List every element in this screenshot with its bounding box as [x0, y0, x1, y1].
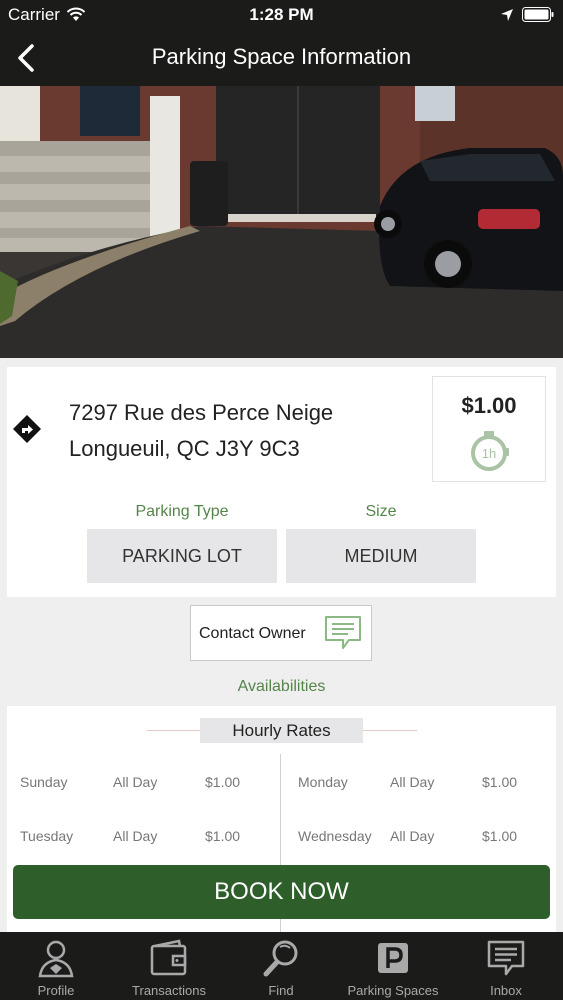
- rate-day: Monday: [298, 774, 348, 790]
- address-city: Longueuil, QC J3Y 9C3: [69, 436, 300, 461]
- listing-info-card: 7297 Rue des Perce Neige Longueuil, QC J…: [7, 367, 556, 597]
- chat-icon: [487, 940, 525, 976]
- tab-label: Profile: [37, 983, 75, 998]
- tab-inbox[interactable]: Inbox: [450, 932, 562, 1000]
- tab-label: Find: [268, 983, 294, 998]
- address-street: 7297 Rue des Perce Neige: [69, 400, 334, 425]
- magnifier-icon: [263, 940, 298, 977]
- size-value: MEDIUM: [286, 529, 476, 583]
- tab-label: Inbox: [490, 983, 522, 998]
- navigation-bar: Parking Space Information: [0, 30, 563, 86]
- contact-owner-button[interactable]: Contact Owner: [190, 605, 372, 661]
- stopwatch-icon: 1h: [471, 431, 509, 471]
- hourly-rates-header: Hourly Rates: [200, 718, 363, 743]
- clock-label: 1:28 PM: [249, 5, 314, 24]
- parking-p-icon: [378, 943, 408, 973]
- parking-space-screen: Carrier 1:28 PM Parking Space Informatio…: [0, 0, 563, 1000]
- rate-time: All Day: [390, 828, 435, 844]
- directions-icon[interactable]: [12, 414, 42, 444]
- rate-day: Wednesday: [298, 828, 372, 844]
- size-label: Size: [365, 503, 397, 520]
- rate-entry-wednesday: Wednesday All Day $1.00: [7, 828, 556, 850]
- divider: [363, 730, 417, 731]
- tab-transactions[interactable]: Transactions: [113, 932, 225, 1000]
- chat-bubble-icon: [325, 616, 361, 649]
- rate-time: All Day: [390, 774, 435, 790]
- profile-icon: [38, 940, 74, 978]
- parking-space-photo: [0, 86, 563, 358]
- tab-label: Transactions: [132, 983, 206, 998]
- rate-entry-monday: Monday All Day $1.00: [7, 774, 556, 796]
- status-bar: Carrier 1:28 PM: [0, 0, 563, 30]
- divider: [147, 730, 200, 731]
- tab-bar: Profile Transactions Find Parking Spaces…: [0, 932, 563, 1000]
- tab-label: Parking Spaces: [347, 983, 439, 998]
- battery-icon: [522, 7, 554, 22]
- tab-parking-spaces[interactable]: Parking Spaces: [337, 932, 449, 1000]
- book-now-button[interactable]: BOOK NOW: [13, 865, 550, 919]
- tab-profile[interactable]: Profile: [0, 932, 112, 1000]
- hourly-price: $1.00: [461, 393, 517, 418]
- duration-badge: 1h: [482, 446, 496, 461]
- contact-owner-label: Contact Owner: [199, 625, 306, 642]
- price-box[interactable]: $1.00 1h: [432, 376, 546, 482]
- parking-type-label: Parking Type: [135, 503, 229, 520]
- tab-find[interactable]: Find: [225, 932, 337, 1000]
- parking-type-value: PARKING LOT: [87, 529, 277, 583]
- availabilities-label: Availabilities: [237, 678, 326, 695]
- rate-price: $1.00: [482, 774, 518, 790]
- page-title: Parking Space Information: [151, 44, 412, 69]
- rate-price: $1.00: [482, 828, 518, 844]
- wallet-icon: [150, 939, 187, 976]
- location-arrow-icon: [501, 9, 513, 21]
